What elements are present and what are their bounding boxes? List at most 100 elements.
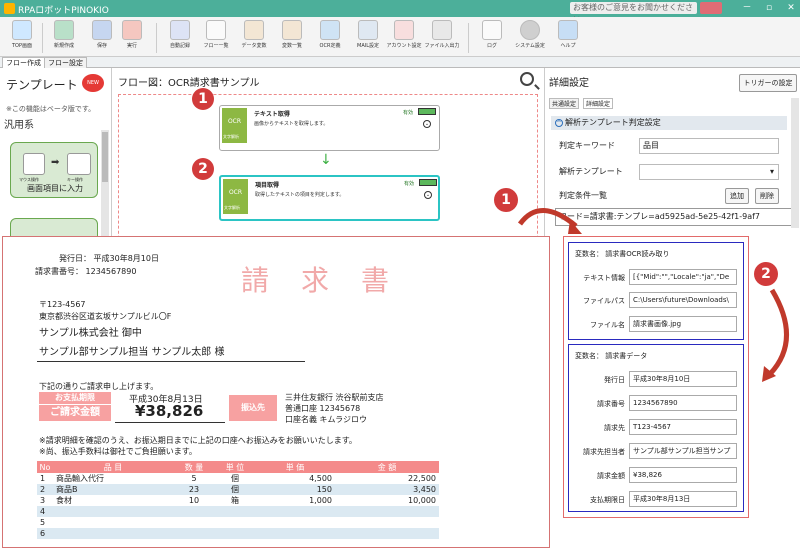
toolbar-log-button[interactable]: ログ — [474, 19, 510, 55]
toolbar-flowlist-button[interactable]: フロー一覧 — [198, 19, 234, 55]
toolbar-datavar-button[interactable]: データ変数 — [236, 19, 272, 55]
toolbar-label: 実行 — [126, 43, 137, 49]
table-cell — [335, 528, 439, 539]
toolbar-label: 新規作成 — [53, 43, 74, 49]
data-field[interactable]: T123-4567 — [629, 419, 737, 435]
field-label: 請求金額 — [597, 472, 625, 480]
table-cell: 商品B — [53, 484, 173, 495]
toolbar-label: ログ — [486, 43, 497, 49]
trigger-settings-button[interactable]: トリガーの設定 — [739, 74, 797, 92]
table-cell: 食材 — [53, 495, 173, 506]
address: 東京都渋谷区道玄坂サンプルビル〇F — [39, 312, 172, 321]
template-title: テンプレート — [6, 78, 78, 92]
bank-line-1: 三井住友銀行 渋谷駅前支店 — [285, 393, 384, 402]
collapse-icon[interactable]: ^ — [555, 119, 563, 127]
toolbar-top-button[interactable]: TOP画面 — [4, 19, 40, 55]
table-cell: 4 — [37, 506, 53, 517]
data-field[interactable]: 1234567890 — [629, 395, 737, 411]
table-cell: 5 — [173, 473, 215, 484]
variable-icon — [282, 20, 302, 40]
maximize-button[interactable]: ▫ — [762, 2, 776, 14]
template-card-input[interactable]: マウス操作 ➡ キー操作 画面項目に入力 — [10, 142, 98, 198]
table-cell — [255, 517, 335, 528]
tab-common-settings[interactable]: 共通設定 — [549, 98, 580, 109]
toolbar-ocr-button[interactable]: OCR定義 — [312, 19, 348, 55]
table-cell: 1 — [37, 473, 53, 484]
invoice-number: 請求書番号： 1234567890 — [35, 267, 137, 276]
field-label: 請求番号 — [597, 400, 625, 408]
table-cell: 23 — [173, 484, 215, 495]
col-header: No — [37, 461, 53, 473]
toolbar-record-button[interactable]: 自動記録 — [162, 19, 198, 55]
feedback-link[interactable]: お客様のご意見をお聞かせください — [570, 2, 697, 24]
toolbar-varlist-button[interactable]: 変数一覧 — [274, 19, 310, 55]
table-cell — [335, 517, 439, 528]
table-cell — [255, 528, 335, 539]
flow-node-text-extract[interactable]: OCR 文字解析 テキスト取得 画像からテキストを取得します。 有効 ⌄ — [219, 105, 440, 151]
section-header[interactable]: 解析テンプレート判定設定 — [551, 116, 787, 130]
table-cell: 2 — [37, 484, 53, 495]
table-cell: 4,500 — [255, 473, 335, 484]
minimize-button[interactable]: － — [740, 2, 754, 14]
node-description: 画像からテキストを取得します。 — [254, 121, 329, 127]
enable-toggle[interactable] — [418, 108, 436, 115]
table-row: 3 食材 10 箱 1,000 10,000 — [37, 495, 439, 506]
tab-flow-settings[interactable]: フロー設定 — [44, 57, 87, 68]
toolbar-fileio-button[interactable]: ファイル入出力 — [424, 19, 460, 55]
tab-flow-create[interactable]: フロー作成 — [2, 57, 45, 68]
keyword-input[interactable]: 品目 — [639, 138, 779, 154]
table-cell: 150 — [255, 484, 335, 495]
account-icon — [394, 20, 414, 40]
table-cell: 個 — [215, 473, 255, 484]
toolbar-label: MAIL設定 — [357, 43, 379, 49]
chevron-down-icon[interactable]: ⌄ — [424, 191, 432, 199]
search-icon[interactable] — [520, 72, 534, 86]
col-header: 品 目 — [53, 461, 173, 473]
node-title: 項目取得 — [255, 182, 280, 189]
toolbar-mail-button[interactable]: MAIL設定 — [350, 19, 386, 55]
file-io-icon — [432, 20, 452, 40]
toolbar-account-button[interactable]: アカウント設定 — [386, 19, 422, 55]
bank-line-3: 口座名義 キムラジロウ — [285, 415, 367, 424]
data-field[interactable]: サンプル部サンプル担当サンプ — [629, 443, 737, 459]
table-cell — [215, 517, 255, 528]
template-label: 解析テンプレート — [559, 167, 623, 176]
table-cell — [255, 506, 335, 517]
table-cell — [53, 506, 173, 517]
amount-label: ご請求金額 — [39, 405, 111, 421]
flow-title: フロー図：OCR請求書サンプル — [118, 78, 260, 89]
toolbar-label: システム設定 — [515, 43, 545, 49]
col-header: 単 価 — [255, 461, 335, 473]
table-cell: 箱 — [215, 495, 255, 506]
toolbar-label: 変数一覧 — [281, 43, 302, 49]
toolbar-run-button[interactable]: 実行 — [114, 19, 150, 55]
chevron-down-icon[interactable]: ⌄ — [423, 120, 431, 128]
toolbar-help-button[interactable]: ヘルプ — [550, 19, 586, 55]
new-file-icon — [54, 20, 74, 40]
table-cell — [53, 528, 173, 539]
feedback-icon[interactable] — [700, 2, 722, 14]
data-field[interactable]: ¥38,826 — [629, 467, 737, 483]
template-select[interactable]: ▾ — [639, 164, 779, 180]
toolbar-label: フロー一覧 — [203, 43, 229, 49]
enable-toggle[interactable] — [419, 179, 437, 186]
arrow-1 — [517, 208, 578, 228]
toolbar-label: OCR定義 — [319, 43, 341, 49]
toolbar-new-button[interactable]: 新規作成 — [46, 19, 82, 55]
invoice-heading: 請求書 — [241, 264, 422, 297]
category-label: 汎用系 — [4, 120, 34, 131]
tab-detail-settings[interactable]: 詳細設定 — [583, 98, 614, 109]
flow-node-item-extract[interactable]: OCR 文字解析 項目取得 取得したテキストの項目を判定します。 有効 ⌄ — [219, 175, 440, 221]
scroll-thumb[interactable] — [102, 132, 108, 182]
toolbar-label: 自動記録 — [169, 43, 190, 49]
toolbar-system-button[interactable]: システム設定 — [512, 19, 548, 55]
close-button[interactable]: ✕ — [784, 2, 798, 14]
data-field[interactable]: 平成30年8月13日 — [629, 491, 737, 507]
main-tabs: フロー作成 フロー設定 — [0, 57, 800, 68]
keyword-label: 判定キーワード — [559, 141, 615, 150]
title-bar: RPAロボットPINOKIO お客様のご意見をお聞かせください － ▫ ✕ — [0, 0, 800, 24]
new-badge: NEW — [82, 74, 104, 92]
gear-icon — [520, 20, 540, 40]
play-icon — [122, 20, 142, 40]
footnote-1: ※請求明細を確認のうえ、お振込期日までに上記の口座へお振込みをお願いいたします。 — [39, 436, 357, 445]
